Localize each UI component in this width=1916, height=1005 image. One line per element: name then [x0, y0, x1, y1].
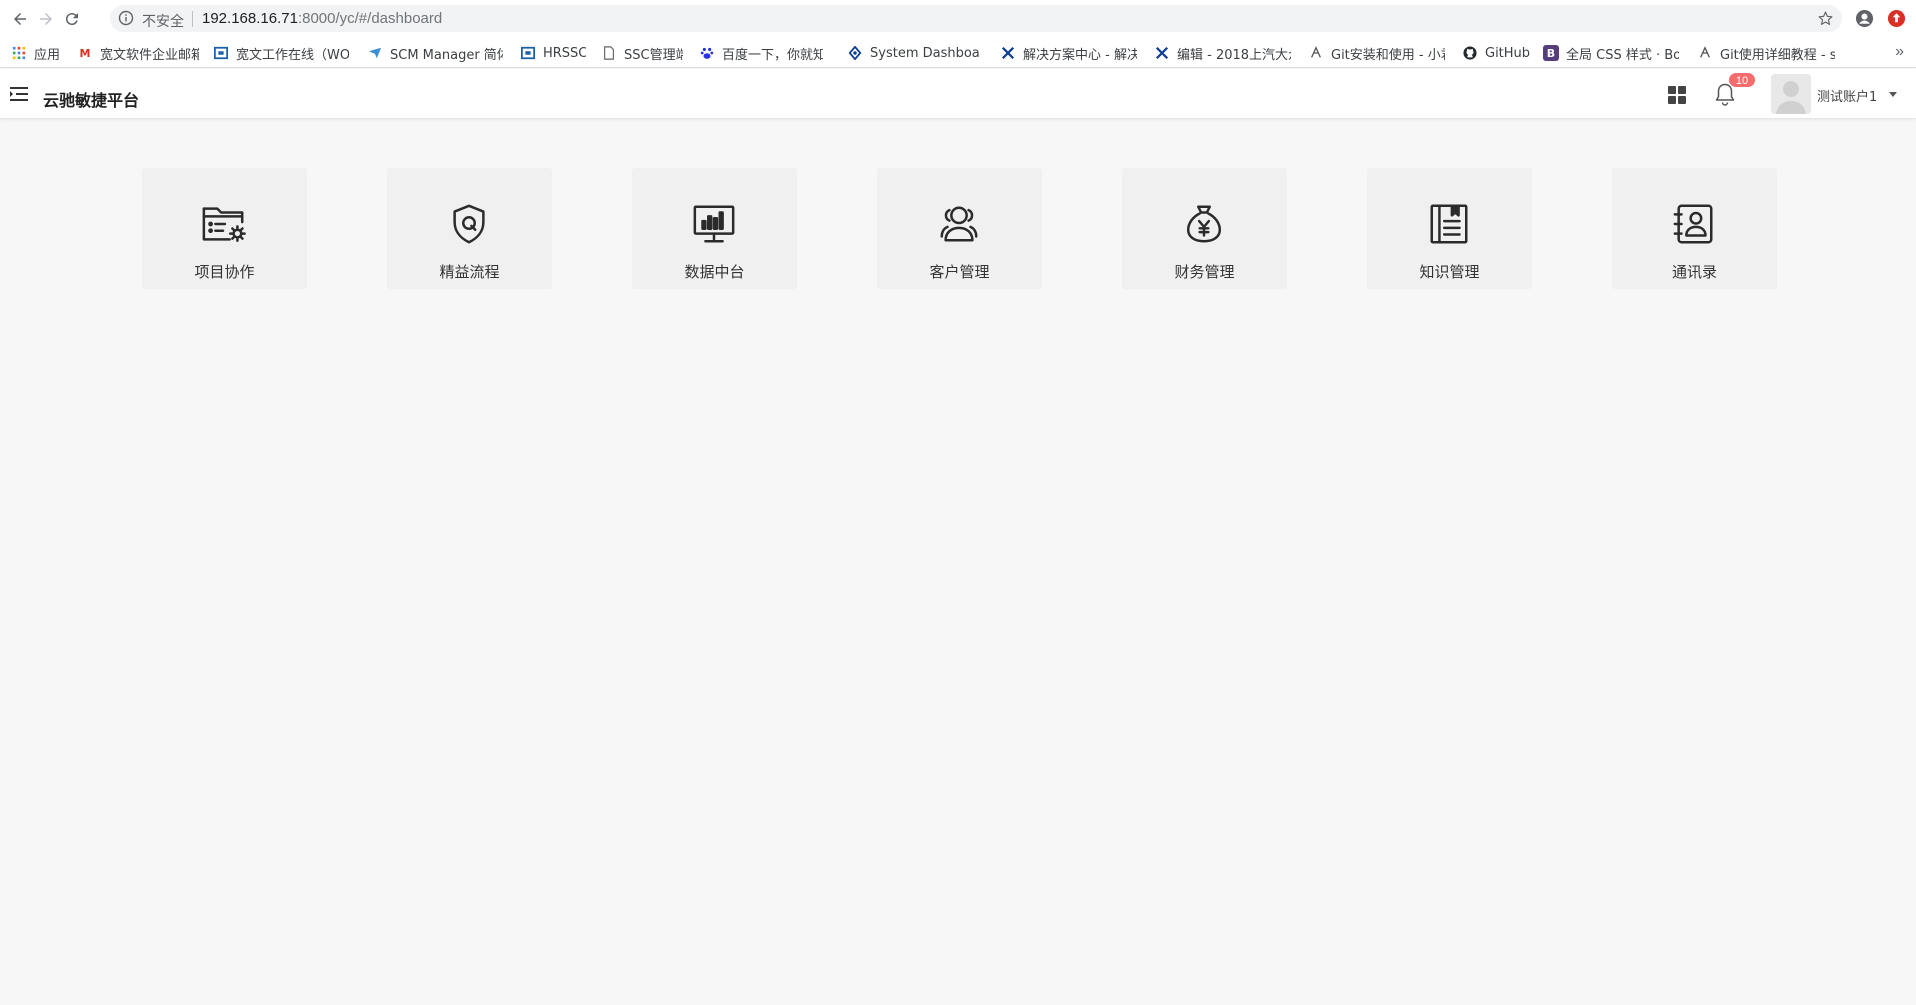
x-icon: [1000, 45, 1016, 61]
bookmark-label: 解决方案中心 - 解决: [1023, 47, 1137, 63]
bookmark-git-tutorial[interactable]: Git使用详细教程 - s: [1697, 44, 1835, 62]
cloud-icon: [1697, 45, 1713, 61]
bookmark-label: SSC管理端: [624, 47, 683, 63]
bookmark-label: GitHub: [1485, 45, 1531, 61]
notification-badge[interactable]: 10: [1728, 72, 1756, 88]
back-button[interactable]: [9, 8, 31, 30]
profile-icon[interactable]: [1855, 9, 1874, 28]
tile-contacts[interactable]: 通讯录: [1612, 168, 1777, 289]
bookmark-star-icon[interactable]: [1817, 10, 1834, 27]
forward-button[interactable]: [35, 8, 57, 30]
reload-icon: [65, 13, 78, 26]
app-grid-icon[interactable]: [1667, 85, 1687, 105]
x-icon: [1154, 45, 1170, 61]
bookmark-ssc[interactable]: SSC管理端: [601, 44, 683, 62]
bookmark-github[interactable]: GitHub: [1462, 44, 1538, 62]
users-icon: [935, 203, 983, 245]
browser-address-bar: 不安全 192.168.16.71:8000/yc/#/dashboard: [0, 0, 1916, 37]
tile-label: 知识管理: [1419, 263, 1480, 281]
bookmark-baidu[interactable]: 百度一下，你就知道: [699, 44, 823, 62]
site-icon: [213, 45, 229, 61]
bookmark-mail[interactable]: M 宽文软件企业邮箱: [77, 44, 199, 63]
tile-label: 数据中台: [684, 263, 745, 281]
bookmark-wol[interactable]: 宽文工作在线（WOL: [213, 44, 349, 62]
url-omnibox[interactable]: 不安全 192.168.16.71:8000/yc/#/dashboard: [110, 5, 1842, 32]
bookmark-label: HRSSC: [543, 45, 586, 61]
user-name[interactable]: 测试账户1: [1817, 86, 1877, 105]
update-icon[interactable]: [1887, 9, 1906, 28]
jira-icon: [847, 45, 863, 61]
tile-label: 财务管理: [1174, 263, 1235, 281]
app-header: 云驰敏捷平台 10 测试账户1: [0, 69, 1916, 119]
caret-down-icon[interactable]: [1889, 92, 1897, 97]
page-icon: [601, 45, 617, 61]
bookmark-label: System Dashboard: [870, 45, 979, 61]
mail-m-icon: M: [79, 46, 91, 60]
app-tiles-grid: 项目协作 精益流程 数据中台 客户管理 财务管理 知识管理 通讯录: [0, 168, 1916, 290]
bookmark-label: SCM Manager 简体: [390, 47, 503, 63]
bookmark-label: 宽文工作在线（WOL: [236, 47, 349, 63]
chevron-double-right-icon[interactable]: »: [1895, 43, 1904, 61]
bookmarks-bar: 应用 M 宽文软件企业邮箱 宽文工作在线（WOL SCM Manager 简体 …: [0, 37, 1916, 68]
tile-label: 项目协作: [194, 263, 255, 281]
tile-customer-management[interactable]: 客户管理: [877, 168, 1042, 289]
site-icon: [520, 45, 536, 61]
reload-button[interactable]: [61, 8, 83, 30]
bookmark-bootstrap-css[interactable]: B 全局 CSS 样式 · Boo: [1543, 44, 1679, 62]
menu-toggle-icon[interactable]: [10, 86, 28, 102]
url-host: 192.168.16.71: [202, 10, 298, 27]
tile-data-center[interactable]: 数据中台: [632, 168, 797, 289]
bookmark-scm[interactable]: SCM Manager 简体: [367, 44, 503, 62]
bookmark-label: Git安装和使用 - 小君: [1331, 47, 1445, 63]
arrow-right-icon: [40, 13, 52, 25]
url-text[interactable]: 192.168.16.71:8000/yc/#/dashboard: [202, 10, 442, 27]
bootstrap-icon: B: [1543, 45, 1559, 61]
github-icon: [1462, 45, 1478, 61]
money-bag-icon: [1180, 203, 1228, 245]
monitor-chart-icon: [690, 203, 738, 245]
bookmark-label: 宽文软件企业邮箱: [100, 47, 199, 63]
tile-project-collaboration[interactable]: 项目协作: [142, 168, 307, 289]
book-icon: [1425, 203, 1473, 245]
user-avatar-icon: [1771, 74, 1811, 114]
arrow-left-icon: [14, 13, 26, 25]
bookmark-apps[interactable]: 应用: [11, 44, 63, 62]
bookmark-label: 应用: [34, 47, 61, 63]
shield-q-icon: [445, 203, 493, 245]
contacts-icon: [1670, 203, 1718, 245]
baidu-paw-icon: [699, 45, 715, 61]
info-icon[interactable]: [118, 10, 134, 26]
bookmark-git-install[interactable]: Git安装和使用 - 小君: [1308, 44, 1445, 62]
tile-label: 通讯录: [1671, 263, 1717, 281]
url-path: :8000/yc/#/dashboard: [297, 10, 443, 27]
plane-icon: [367, 45, 383, 61]
bookmark-label: 编辑 - 2018上汽大众: [1177, 47, 1291, 63]
bookmark-edit-2018[interactable]: 编辑 - 2018上汽大众: [1154, 44, 1291, 62]
folder-settings-icon: [200, 203, 248, 245]
tile-lean-process[interactable]: 精益流程: [387, 168, 552, 289]
tile-label: 客户管理: [929, 263, 990, 281]
bookmark-label: 全局 CSS 样式 · Boo: [1566, 47, 1679, 63]
bookmark-solution-center[interactable]: 解决方案中心 - 解决: [1000, 44, 1137, 62]
app-title: 云驰敏捷平台: [43, 91, 140, 110]
security-label: 不安全: [142, 14, 184, 30]
bookmark-label: Git使用详细教程 - s: [1720, 47, 1835, 63]
apps-grid-icon: [11, 45, 27, 61]
tile-knowledge-management[interactable]: 知识管理: [1367, 168, 1532, 289]
tile-label: 精益流程: [439, 263, 500, 281]
omnibox-separator: [192, 11, 193, 27]
tile-finance-management[interactable]: 财务管理: [1122, 168, 1287, 289]
bookmark-hrssc[interactable]: HRSSC: [520, 44, 586, 62]
bookmark-label: 百度一下，你就知道: [722, 47, 823, 63]
avatar[interactable]: [1771, 74, 1811, 114]
cloud-icon: [1308, 45, 1324, 61]
bookmark-system-dashboard[interactable]: System Dashboard: [847, 44, 979, 62]
